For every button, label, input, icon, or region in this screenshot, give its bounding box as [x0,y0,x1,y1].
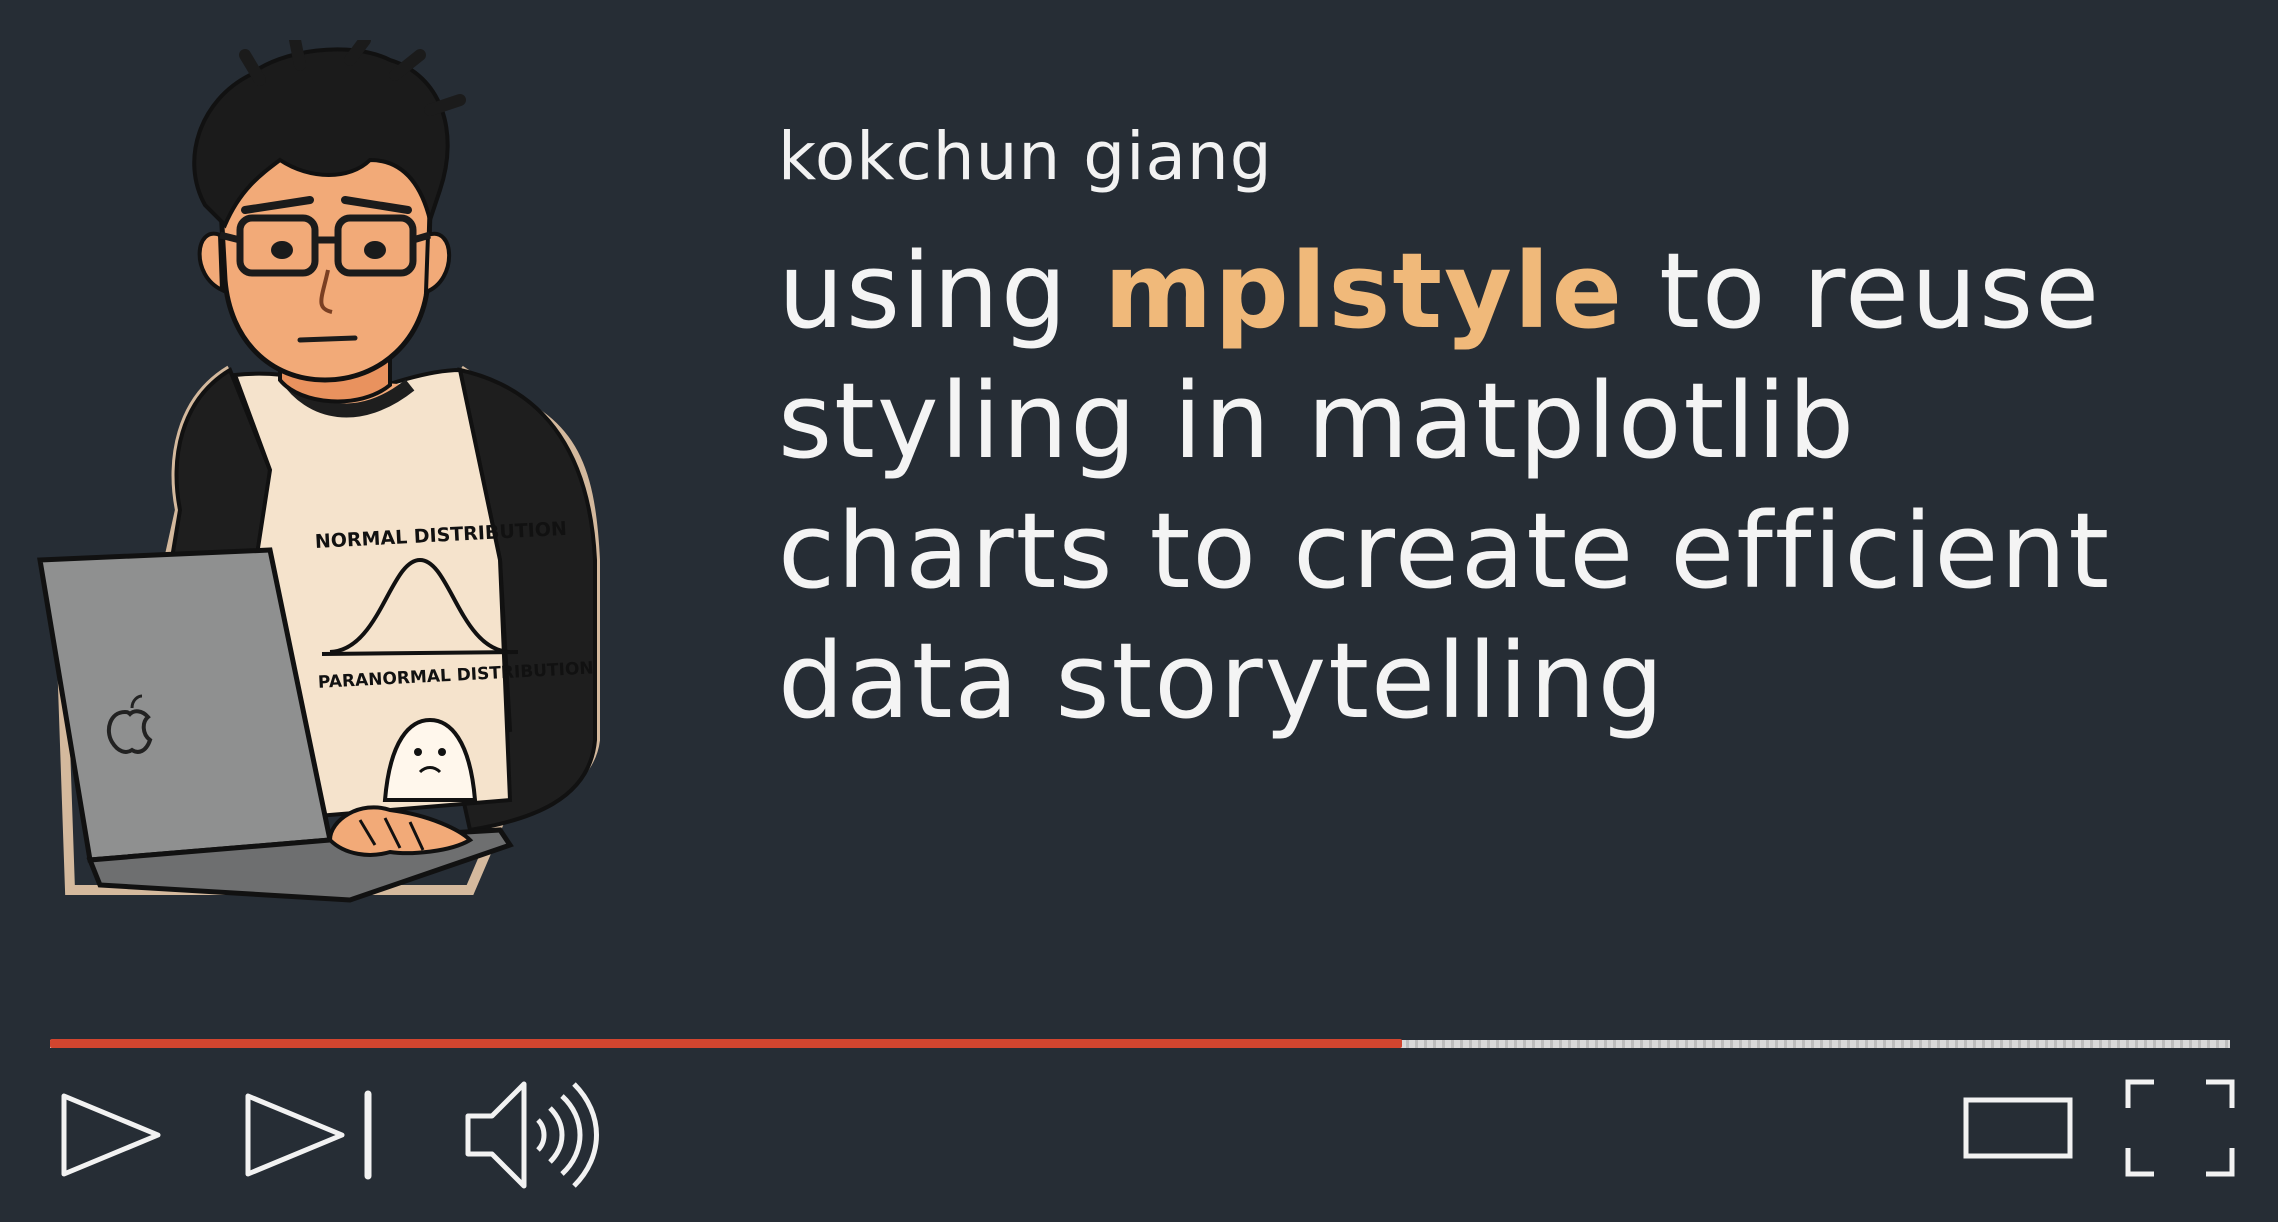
title-line-3: charts to create efficient [778,490,2112,612]
title-highlight: mplstyle [1103,230,1625,352]
video-thumbnail: NORMAL DISTRIBUTION PARANORMAL DISTRIBUT… [0,0,2278,1222]
title-line-1-prefix: using [778,230,1104,352]
theater-mode-button[interactable] [1962,1094,2074,1162]
volume-icon [465,1081,599,1189]
title-line-1-suffix: to reuse [1624,230,2102,352]
developer-illustration: NORMAL DISTRIBUTION PARANORMAL DISTRIBUT… [37,40,600,903]
video-title: using mplstyle to reuse styling in matpl… [778,226,2111,746]
fullscreen-icon [2125,1079,2235,1177]
theater-mode-icon [1963,1097,2073,1159]
play-icon [61,1093,161,1177]
volume-button[interactable] [462,1076,602,1194]
progress-bar[interactable] [50,1039,2230,1048]
next-button[interactable] [242,1090,382,1180]
title-line-4: data storytelling [778,620,1666,742]
progress-fill [50,1039,1402,1048]
next-icon [245,1090,372,1180]
title-line-1: using mplstyle to reuse [778,226,2111,356]
fullscreen-button[interactable] [2124,1078,2236,1178]
title-line-2: styling in matplotlib [778,360,1857,482]
play-button[interactable] [58,1090,168,1180]
author-name: kokchun giang [778,118,1273,195]
